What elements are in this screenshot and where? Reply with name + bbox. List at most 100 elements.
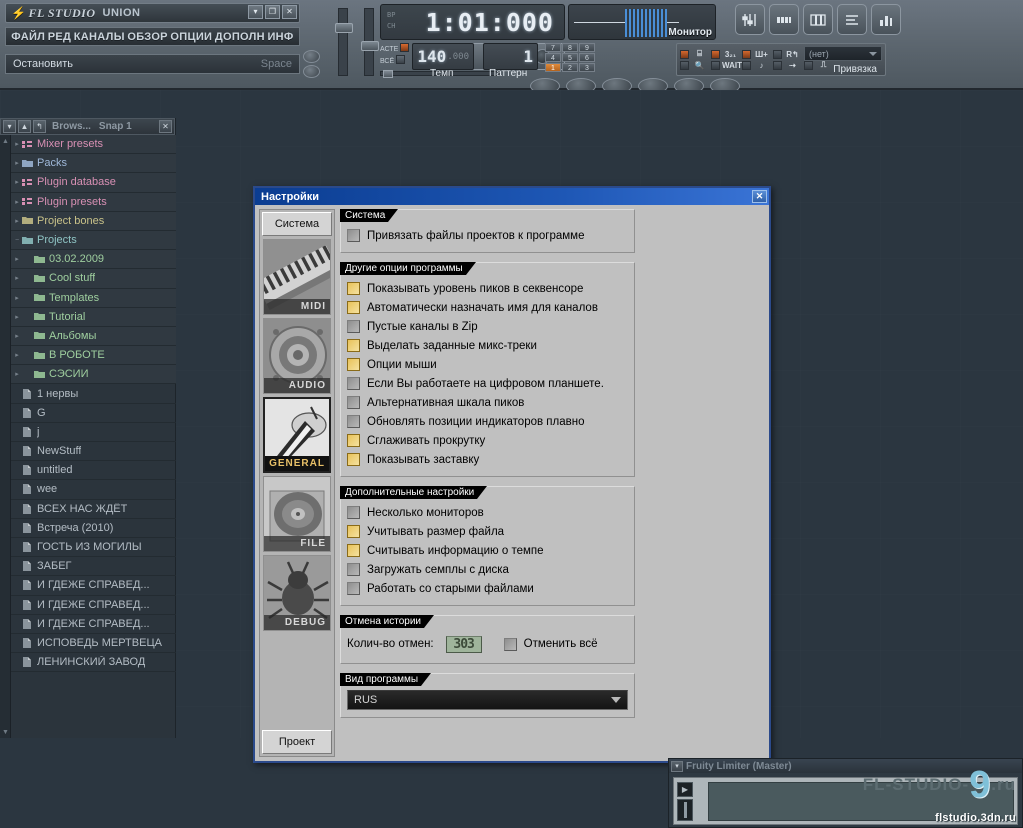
numpad-key-5[interactable]: 5 (562, 53, 578, 62)
settings-option[interactable]: Учитывать размер файла (347, 522, 628, 541)
multilink-led[interactable] (804, 60, 813, 70)
browser-expander-16[interactable] (13, 446, 21, 457)
master-pitch-slider[interactable] (361, 8, 379, 76)
browser-expander-25[interactable] (13, 618, 21, 629)
browser-close-icon[interactable]: ✕ (159, 120, 172, 133)
settings-option[interactable]: Обновлять позиции индикаторов плавно (347, 412, 628, 431)
master-volume-handle[interactable] (335, 23, 353, 33)
browser-icon[interactable] (871, 4, 901, 35)
numpad-key-2[interactable]: 2 (562, 63, 578, 72)
option-checkbox[interactable] (347, 339, 360, 352)
settings-option[interactable]: Автоматически назначать имя для каналов (347, 298, 628, 317)
scroll-down-icon[interactable]: ▼ (0, 726, 11, 738)
browser-expander-23[interactable] (13, 580, 21, 591)
tempo-field[interactable]: 140 .000 (412, 43, 474, 70)
browser-item-1[interactable]: ▸ Packs (11, 154, 176, 174)
browser-item-21[interactable]: ГОСТЬ ИЗ МОГИЛЫ (11, 538, 176, 558)
browser-item-25[interactable]: И ГДЕЖЕ СПРАВЕД... (11, 615, 176, 634)
pattern-field[interactable]: 1 (483, 43, 538, 70)
undo-all-checkbox[interactable] (503, 637, 517, 651)
browser-item-26[interactable]: ИСПОВЕДЬ МЕРТВЕЦА (11, 634, 176, 654)
settings-option[interactable]: Показывать заставку (347, 450, 628, 469)
browser-item-4[interactable]: ▸ Project bones (11, 211, 176, 231)
browser-item-22[interactable]: ЗАБЕГ (11, 557, 176, 577)
numpad-key-3[interactable]: 3 (579, 63, 595, 72)
browser-expander-12[interactable]: ▸ (13, 369, 21, 380)
browser-item-11[interactable]: ▸ В РОБОТЕ (11, 346, 176, 366)
browser-expander-15[interactable] (13, 426, 21, 437)
note-led[interactable] (742, 60, 751, 70)
settings-option[interactable]: Выделать заданные микс-треки (347, 336, 628, 355)
settings-option[interactable]: Альтернативная шкала пиков (347, 393, 628, 412)
language-select[interactable]: RUS (347, 690, 628, 710)
mixer-icon[interactable] (735, 4, 765, 35)
numpad-key-6[interactable]: 6 (579, 53, 595, 62)
option-checkbox[interactable] (347, 434, 360, 447)
option-checkbox[interactable] (347, 358, 360, 371)
browser-expander-18[interactable] (13, 484, 21, 495)
browser-item-27[interactable]: ЛЕНИНСКИЙ ЗАВОД (11, 653, 176, 673)
browser-expander-10[interactable]: ▸ (13, 330, 21, 341)
browser-item-14[interactable]: G (11, 404, 176, 423)
numpad-key-1[interactable]: 1 (545, 63, 561, 72)
option-checkbox[interactable] (347, 506, 360, 519)
limiter-gain-slider[interactable] (677, 799, 693, 821)
browser-expander-4[interactable]: ▸ (13, 215, 21, 226)
step-sequencer-icon[interactable] (769, 4, 799, 35)
countdown-led[interactable] (711, 49, 720, 59)
browser-item-9[interactable]: ▸ Tutorial (11, 307, 176, 327)
browser-expander-27[interactable] (13, 657, 21, 668)
maximize-button[interactable]: ❐ (265, 5, 280, 19)
browser-expander-13[interactable] (13, 388, 21, 399)
browser-item-3[interactable]: ▸ Plugin presets (11, 192, 176, 212)
option-checkbox[interactable] (347, 453, 360, 466)
option-checkbox[interactable] (347, 563, 360, 576)
browser-expander-3[interactable]: ▸ (13, 196, 21, 207)
browser-item-0[interactable]: ▸ Mixer presets (11, 135, 176, 155)
browser-expander-7[interactable]: ▸ (13, 273, 21, 284)
browser-expander-14[interactable] (13, 407, 21, 418)
browser-item-23[interactable]: И ГДЕЖЕ СПРАВЕД... (11, 576, 176, 596)
piano-roll-icon[interactable] (803, 4, 833, 35)
menu-channels[interactable]: КАНАЛЫ (74, 31, 125, 43)
settings-option[interactable]: Пустые каналы в Zip (347, 317, 628, 336)
settings-option[interactable]: Загружать семплы с диска (347, 560, 628, 579)
numpad-key-7[interactable]: 7 (545, 43, 561, 52)
minimize-button[interactable]: ▾ (248, 5, 263, 19)
browser-expander-5[interactable]: − (13, 235, 21, 246)
typing-keyboard-led[interactable] (680, 49, 689, 59)
menu-help[interactable]: ИНФ (267, 31, 293, 43)
option-checkbox[interactable] (347, 525, 360, 538)
browser-expander-11[interactable]: ▸ (13, 350, 21, 361)
limiter-play-icon[interactable]: ▶ (677, 782, 693, 797)
settings-tab-audio[interactable]: AUDIO (263, 318, 331, 394)
loop-record-led[interactable] (773, 49, 782, 59)
option-checkbox[interactable] (347, 301, 360, 314)
option-checkbox[interactable] (347, 320, 360, 333)
browser-expander-20[interactable] (13, 522, 21, 533)
settings-option[interactable]: Считывать информацию о темпе (347, 541, 628, 560)
magnifier-led[interactable] (680, 61, 689, 70)
browser-expander-26[interactable] (13, 637, 21, 648)
browser-tree[interactable]: ▸ Mixer presets ▸ Packs ▸ Plugin database ▸ Plu… (11, 135, 176, 738)
browser-expander-17[interactable] (13, 465, 21, 476)
browser-item-7[interactable]: ▸ Cool stuff (11, 269, 176, 289)
menu-tools[interactable]: ДОПОЛН (215, 31, 265, 43)
wait-led[interactable] (711, 60, 720, 70)
limiter-menu-icon[interactable]: ▾ (671, 760, 683, 772)
settings-tab-general[interactable]: GENERAL (263, 397, 331, 473)
browser-expander-1[interactable]: ▸ (13, 158, 21, 169)
transport-position-handle[interactable] (383, 70, 393, 78)
option-checkbox[interactable] (347, 544, 360, 557)
settings-tab-file[interactable]: FILE (263, 476, 331, 552)
browser-up-icon[interactable]: ▲ (18, 120, 31, 133)
browser-expander-24[interactable] (13, 599, 21, 610)
settings-option[interactable]: Несколько мониторов (347, 503, 628, 522)
option-checkbox[interactable] (347, 377, 360, 390)
settings-option[interactable]: Работать со старыми файлами (347, 579, 628, 598)
browser-item-12[interactable]: ▸ СЭСИИ (11, 365, 176, 385)
settings-tab-midi[interactable]: MIDI (263, 239, 331, 315)
menu-options[interactable]: ОПЦИИ (170, 31, 212, 43)
browser-item-5[interactable]: − Projects (11, 230, 176, 251)
settings-option[interactable]: Если Вы работаете на цифровом планшете. (347, 374, 628, 393)
